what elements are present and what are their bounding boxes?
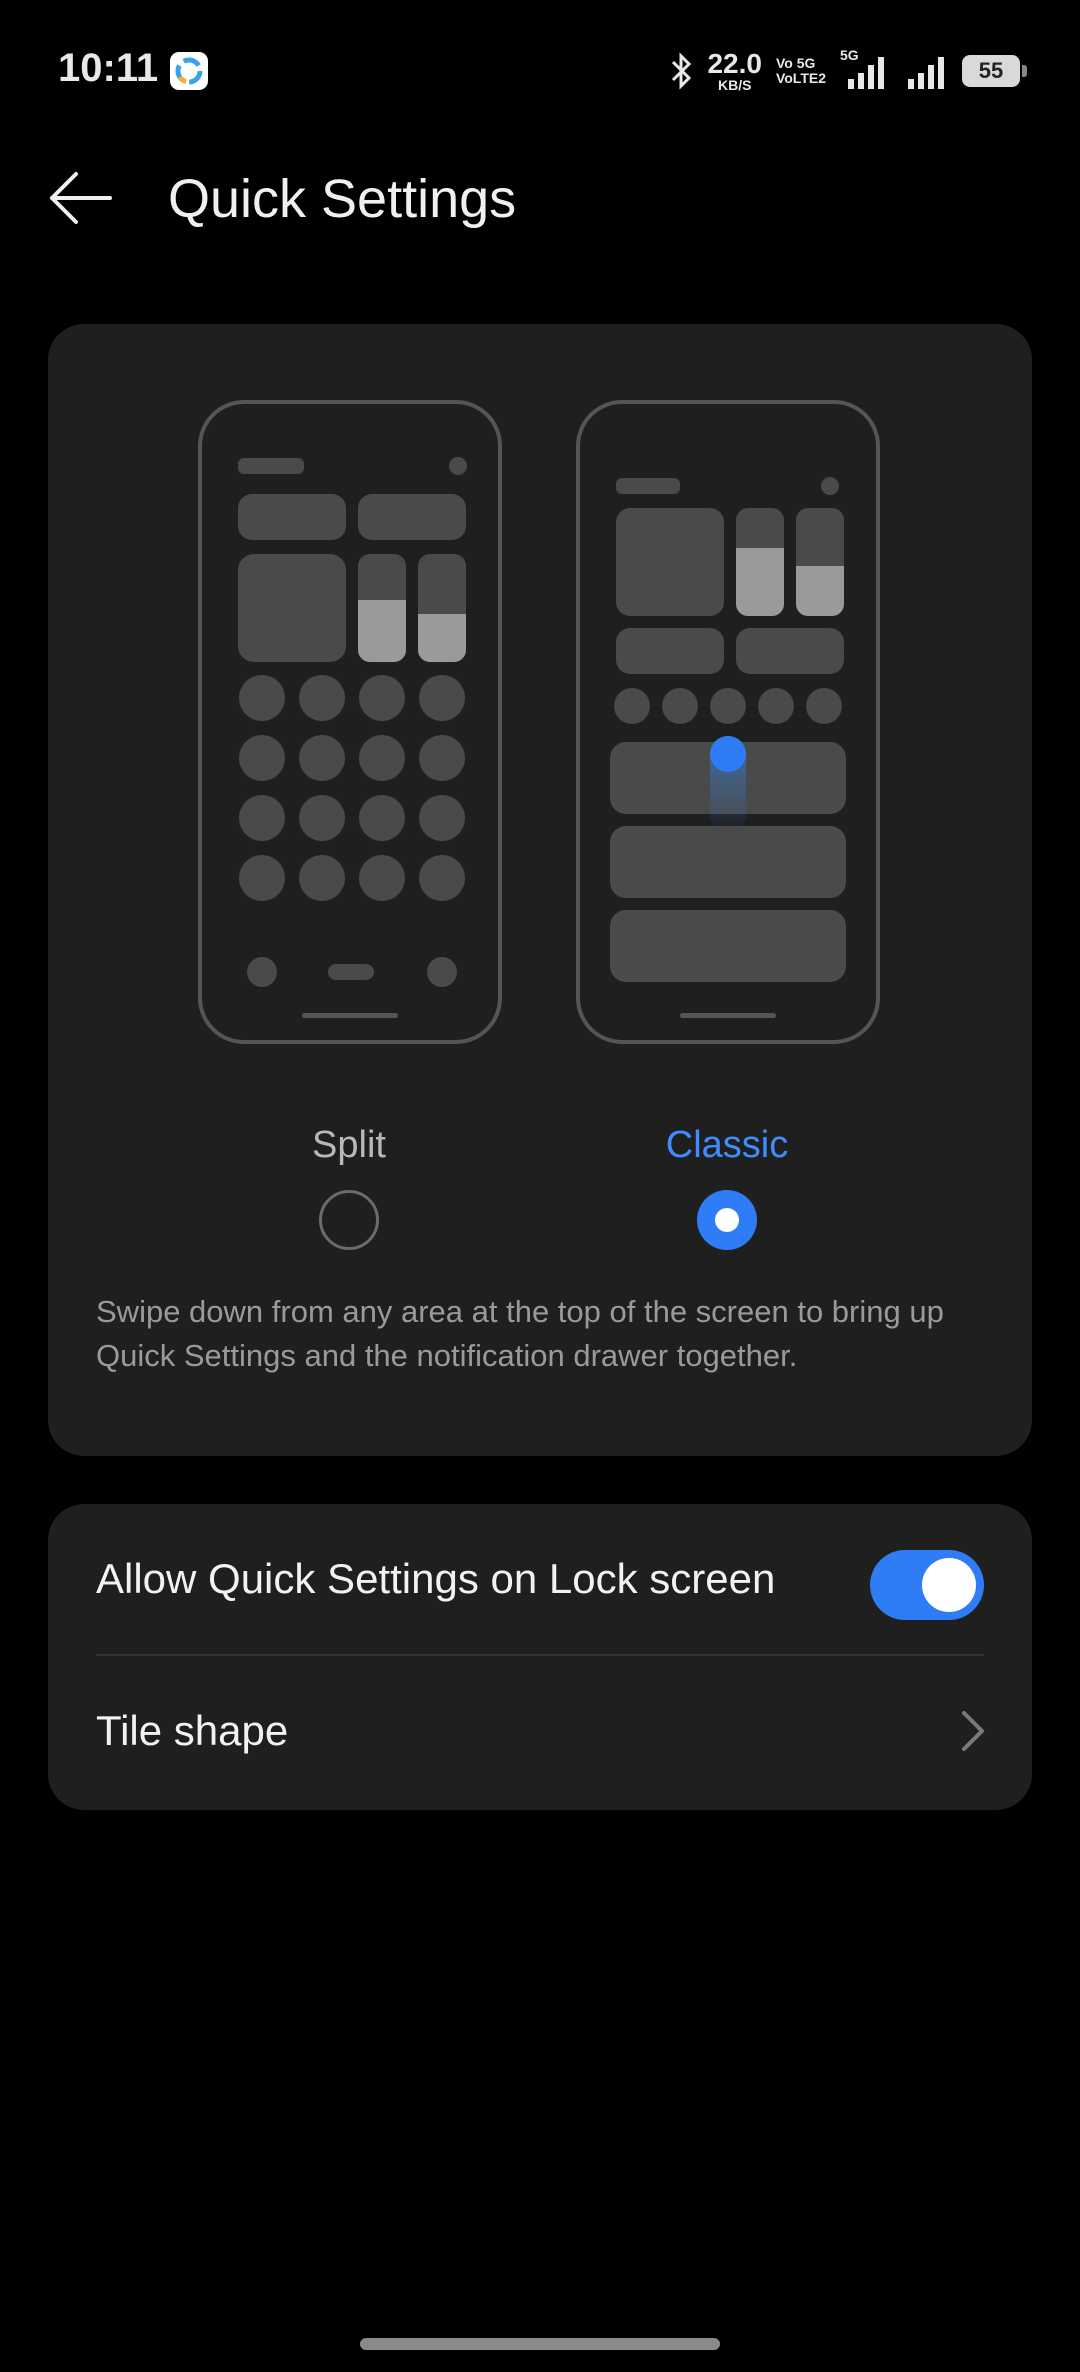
- lock-screen-setting-row[interactable]: Allow Quick Settings on Lock screen: [48, 1504, 1032, 1654]
- classic-layout-illustration[interactable]: [576, 400, 880, 1044]
- status-bar: 10:11 22.0 KB/S Vo 5G VoLTE2 5G 55: [0, 0, 1080, 140]
- lock-screen-toggle[interactable]: [870, 1550, 984, 1620]
- network-speed-value: 22.0: [707, 48, 762, 79]
- split-radio-button[interactable]: [319, 1190, 379, 1250]
- lock-screen-setting-label: Allow Quick Settings on Lock screen: [96, 1555, 776, 1602]
- back-button[interactable]: [46, 168, 116, 228]
- app-notification-icon: [170, 52, 208, 90]
- bluetooth-icon: [672, 52, 692, 90]
- page-title: Quick Settings: [168, 169, 517, 229]
- volte-bottom: VoLTE2: [775, 70, 826, 86]
- chevron-right-icon: [962, 1711, 984, 1751]
- network-speed-unit: KB/S: [717, 77, 752, 93]
- header: Quick Settings: [0, 150, 1080, 250]
- toggle-knob: [922, 1558, 976, 1612]
- layout-description: Swipe down from any area at the top of t…: [96, 1294, 944, 1373]
- classic-radio-button[interactable]: [697, 1190, 757, 1250]
- network-type-label: 5G: [840, 47, 859, 63]
- signal-5g-icon: 5G: [840, 47, 892, 91]
- signal-icon: [908, 57, 944, 89]
- volte-top: Vo 5G: [775, 54, 816, 71]
- tile-shape-label: Tile shape: [96, 1707, 289, 1754]
- arrow-left-icon: [50, 172, 112, 224]
- status-time: 10:11: [58, 46, 159, 90]
- layout-card: Split Classic Swipe down from any area a…: [48, 324, 1032, 1456]
- split-layout-illustration[interactable]: [198, 400, 502, 1044]
- tile-shape-row[interactable]: Tile shape: [48, 1656, 1032, 1806]
- classic-option-label: Classic: [665, 1124, 789, 1166]
- network-speed: 22.0 KB/S: [707, 48, 762, 93]
- status-icons: 22.0 KB/S Vo 5G VoLTE2 5G 55: [669, 47, 1027, 94]
- settings-card: Allow Quick Settings on Lock screen Tile…: [48, 1504, 1032, 1810]
- battery-icon: 55: [962, 55, 1027, 87]
- battery-level: 55: [978, 58, 1004, 83]
- split-option-label: Split: [312, 1124, 386, 1166]
- home-indicator[interactable]: [360, 2338, 720, 2350]
- volte-indicator: Vo 5G VoLTE2: [775, 54, 826, 87]
